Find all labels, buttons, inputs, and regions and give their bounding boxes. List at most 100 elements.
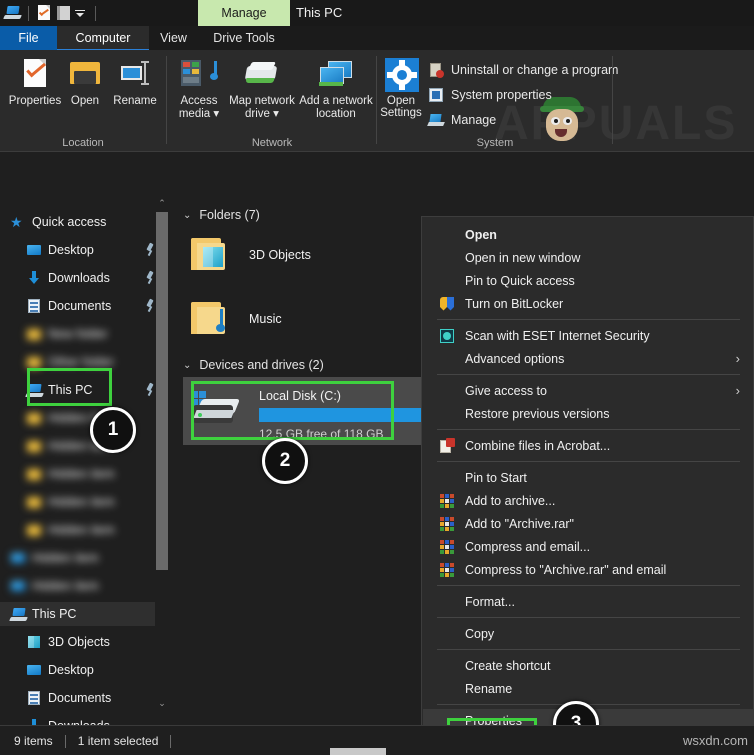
context-menu-item-label: Turn on BitLocker xyxy=(465,297,754,311)
group-label-location: Location xyxy=(0,137,166,149)
sidebar-item-label: 3D Objects xyxy=(48,635,110,649)
sidebar-item-desktop[interactable]: Desktop xyxy=(0,238,168,262)
context-menu-item-give-access-to[interactable]: Give access to› xyxy=(423,379,754,402)
sidebar-item-label: Desktop xyxy=(48,243,94,257)
sidebar-item-hidden-item[interactable]: Hidden item xyxy=(0,546,168,570)
context-menu-item-add-to-archive[interactable]: Add to archive... xyxy=(423,489,754,512)
access-media-icon xyxy=(179,58,219,92)
file-explorer-window: Manage This PC File Computer View Drive … xyxy=(0,0,754,755)
uninstall-program-label: Uninstall or change a program xyxy=(451,63,618,77)
tab-file[interactable]: File xyxy=(0,26,57,50)
context-menu-item-rename[interactable]: Rename xyxy=(423,677,754,700)
ribbon-row-system-properties[interactable]: System properties xyxy=(428,87,552,103)
context-menu-separator xyxy=(437,429,740,430)
system-properties-icon xyxy=(428,87,444,103)
sidebar-item-new-folder[interactable]: New folder xyxy=(0,322,168,346)
tab-computer[interactable]: Computer xyxy=(57,26,149,50)
sidebar-item-hidden-item[interactable]: Hidden item xyxy=(0,574,168,598)
tab-view[interactable]: View xyxy=(149,26,198,50)
ribbon-row-uninstall-program[interactable]: Uninstall or change a program xyxy=(428,62,618,78)
qat-divider-2 xyxy=(95,6,96,21)
sidebar-item-hidden-item[interactable]: Hidden item xyxy=(0,462,168,486)
sidebar-item-hidden-item[interactable]: Hidden item xyxy=(0,406,168,430)
sidebar-item-desktop[interactable]: Desktop xyxy=(0,658,168,682)
rename-icon xyxy=(115,58,155,92)
dropdown-icon[interactable] xyxy=(71,4,89,22)
this-pc-icon[interactable] xyxy=(4,4,22,22)
group-label-system: System xyxy=(378,137,612,149)
context-menu-item-scan-with-eset-internet-security[interactable]: Scan with ESET Internet Security xyxy=(423,324,754,347)
group-header-devices-label: Devices and drives (2) xyxy=(199,358,323,372)
ribbon-label-rename: Rename xyxy=(113,95,156,108)
sidebar-item-label: Documents xyxy=(48,691,111,705)
context-menu-item-label: Copy xyxy=(465,627,754,641)
folder-music-icon xyxy=(183,295,235,343)
context-menu-item-open-in-new-window[interactable]: Open in new window xyxy=(423,246,754,269)
ribbon-label-add-network-location: Add a network location xyxy=(296,95,376,120)
scroll-down-icon[interactable]: ⌄ xyxy=(155,696,169,710)
context-menu-item-pin-to-start[interactable]: Pin to Start xyxy=(423,466,754,489)
context-menu-item-label: Create shortcut xyxy=(465,659,754,673)
status-divider-1 xyxy=(65,735,66,748)
navigation-pane: ★Quick access Desktop Downloads Documents Ne… xyxy=(0,196,168,725)
properties-doc-icon[interactable] xyxy=(35,4,53,22)
context-menu-item-pin-to-quick-access[interactable]: Pin to Quick access xyxy=(423,269,754,292)
folder-tile-3d-objects[interactable]: 3D Objects xyxy=(183,226,443,284)
status-item-count: 9 items xyxy=(14,734,53,748)
sidebar-item-label: Downloads xyxy=(48,271,110,285)
sidebar-item-label: Hidden item xyxy=(48,495,115,509)
context-menu-item-restore-previous-versions[interactable]: Restore previous versions xyxy=(423,402,754,425)
sidebar-item-hidden-item[interactable]: Hidden item xyxy=(0,518,168,542)
context-menu-item-compress-and-email[interactable]: Compress and email... xyxy=(423,535,754,558)
context-menu-item-label: Pin to Quick access xyxy=(465,274,754,288)
chevron-down-icon-devices[interactable]: ⌄ xyxy=(183,360,191,371)
context-menu-item-compress-to-archive-rar-and-email[interactable]: Compress to "Archive.rar" and email xyxy=(423,558,754,581)
context-menu-item-open[interactable]: Open xyxy=(423,223,754,246)
quick-access-toolbar xyxy=(4,3,102,23)
contextual-tab-manage[interactable]: Manage xyxy=(198,0,290,26)
context-menu-item-add-to-archive-rar[interactable]: Add to "Archive.rar" xyxy=(423,512,754,535)
context-menu: OpenOpen in new window Pin to Quick acces… xyxy=(421,216,754,755)
status-selection: 1 item selected xyxy=(78,734,159,748)
group-label-network: Network xyxy=(168,137,376,149)
context-menu-item-turn-on-bitlocker[interactable]: Turn on BitLocker xyxy=(423,292,754,315)
sidebar-item-hidden-item[interactable]: Hidden item xyxy=(0,490,168,514)
sidebar-item-quick-access[interactable]: ★Quick access xyxy=(0,210,168,234)
sidebar-item-this-pc[interactable]: This PC xyxy=(0,602,168,626)
book-icon[interactable] xyxy=(53,4,71,22)
context-menu-item-advanced-options[interactable]: Advanced options› xyxy=(423,347,754,370)
sidebar-item-3d-objects[interactable]: 3D Objects xyxy=(0,630,168,654)
ribbon-button-open-settings[interactable]: OpenSettings xyxy=(378,58,424,119)
title-bar: Manage This PC xyxy=(0,0,754,26)
ribbon-button-add-network-location[interactable]: Add a network location xyxy=(296,58,376,120)
scroll-up-icon[interactable]: ⌃ xyxy=(155,196,169,210)
sidebar-item-hidden-item[interactable]: Hidden item xyxy=(0,434,168,458)
folder-tile-music[interactable]: Music xyxy=(183,290,443,348)
sidebar-item-documents[interactable]: Documents xyxy=(0,294,168,318)
context-menu-item-create-shortcut[interactable]: Create shortcut xyxy=(423,654,754,677)
context-menu-item-copy[interactable]: Copy xyxy=(423,622,754,645)
group-header-folders[interactable]: ⌄ Folders (7) xyxy=(183,208,260,222)
chevron-down-icon-folders[interactable]: ⌄ xyxy=(183,210,191,221)
folder-3d-objects-icon xyxy=(183,231,235,279)
context-menu-item-format[interactable]: Format... xyxy=(423,590,754,613)
context-menu-item-label: Compress and email... xyxy=(465,540,754,554)
ribbon-row-manage[interactable]: Manage xyxy=(428,112,496,128)
uninstall-program-icon xyxy=(428,62,444,78)
sidebar-item-downloads[interactable]: Downloads xyxy=(0,714,168,725)
group-header-devices[interactable]: ⌄ Devices and drives (2) xyxy=(183,358,324,372)
sidebar-item-downloads[interactable]: Downloads xyxy=(0,266,168,290)
sidebar-item-label: Documents xyxy=(48,299,111,313)
context-menu-separator xyxy=(437,319,740,320)
navigation-pane-scrollbar[interactable]: ⌃ ⌄ xyxy=(155,196,169,725)
tab-drive-tools[interactable]: Drive Tools xyxy=(198,26,290,50)
ribbon-button-rename[interactable]: Rename xyxy=(104,58,166,108)
ribbon-button-access-media[interactable]: Access media ▾ xyxy=(170,58,228,120)
sidebar-item-documents[interactable]: Documents xyxy=(0,686,168,710)
map-network-drive-icon xyxy=(242,58,282,92)
scrollbar-thumb[interactable] xyxy=(156,212,168,570)
manage-label: Manage xyxy=(451,113,496,127)
context-menu-item-combine-files-in-acrobat[interactable]: Combine files in Acrobat... xyxy=(423,434,754,457)
ribbon-button-map-network-drive[interactable]: Map network drive ▾ xyxy=(226,58,298,120)
system-properties-label: System properties xyxy=(451,88,552,102)
